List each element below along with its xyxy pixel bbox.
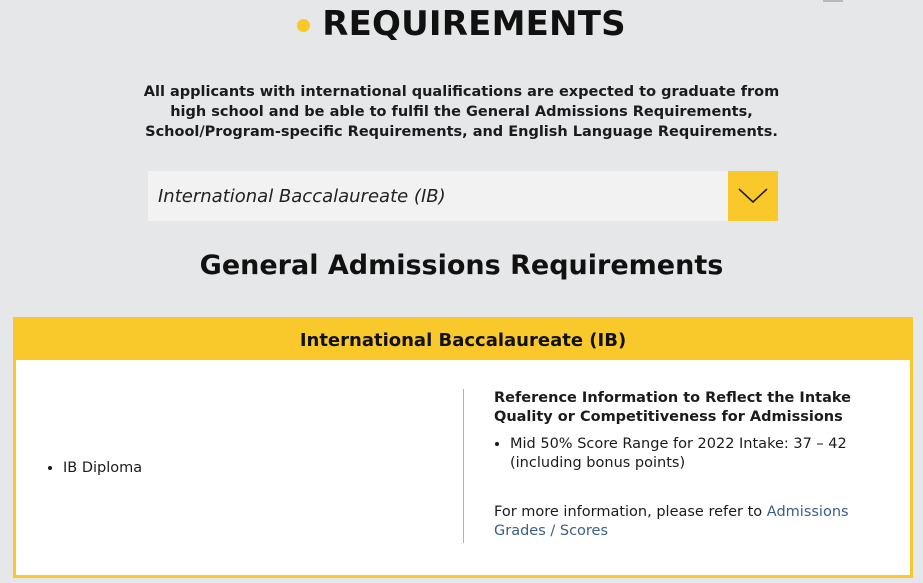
- page-title: REQUIREMENTS: [322, 4, 626, 44]
- dot-icon: [297, 18, 311, 32]
- page-title-row: REQUIREMENTS: [0, 0, 923, 48]
- list-item: Mid 50% Score Range for 2022 Intake: 37 …: [510, 435, 884, 473]
- reference-title: Reference Information to Reflect the Int…: [494, 390, 851, 425]
- requirements-card: International Baccalaureate (IB) IB Dipl…: [13, 317, 913, 578]
- column-divider: [463, 389, 464, 543]
- requirements-column: IB Diploma: [16, 360, 464, 575]
- reference-list: Mid 50% Score Range for 2022 Intake: 37 …: [494, 435, 884, 473]
- more-info-text: For more information, please refer to Ad…: [494, 503, 884, 541]
- card-body: IB Diploma Reference Information to Refl…: [16, 360, 910, 575]
- list-item: IB Diploma: [63, 460, 142, 476]
- qualification-select[interactable]: International Baccalaureate (IB): [148, 171, 778, 221]
- chevron-down-icon: [738, 188, 768, 204]
- reference-column: Reference Information to Reflect the Int…: [494, 389, 884, 541]
- more-info-prefix: For more information, please refer to: [494, 504, 767, 520]
- section-heading: General Admissions Requirements: [199, 250, 724, 281]
- qualification-select-value: International Baccalaureate (IB): [158, 185, 446, 207]
- card-header: International Baccalaureate (IB): [16, 320, 910, 360]
- intro-text: All applicants with international qualif…: [143, 84, 780, 140]
- requirements-list: IB Diploma: [16, 460, 142, 476]
- dropdown-button[interactable]: [728, 171, 778, 221]
